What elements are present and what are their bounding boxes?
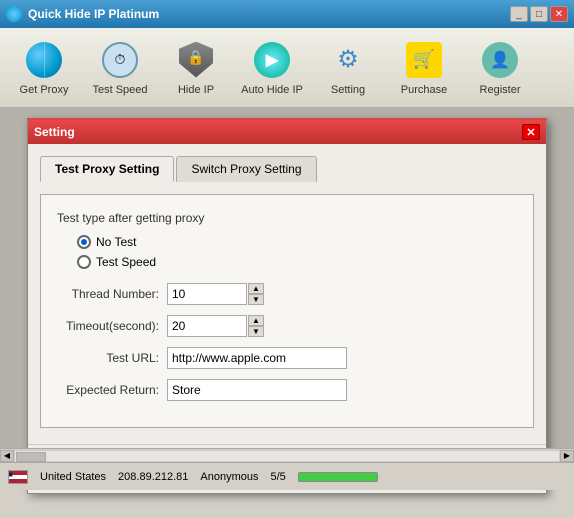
scroll-right-button[interactable]: ▶ [560, 450, 574, 462]
globe-icon [24, 40, 64, 80]
toolbar-label-purchase: Purchase [401, 84, 447, 96]
timeout-down[interactable]: ▼ [248, 326, 264, 337]
thread-number-input[interactable] [167, 283, 247, 305]
dialog-title-bar: Setting ✕ [28, 120, 546, 144]
radio-test-speed-circle[interactable] [77, 255, 91, 269]
thread-number-row: Thread Number: ▲ ▼ [57, 283, 517, 305]
toolbar-item-test-speed[interactable]: ⏱ Test Speed [84, 33, 156, 103]
expected-return-row: Expected Return: [57, 379, 517, 401]
timeout-spinner: ▲ ▼ [248, 315, 264, 337]
toolbar: Get Proxy ⏱ Test Speed 🔒 Hide IP ▶ Auto … [0, 28, 574, 108]
app-icon [6, 6, 22, 22]
status-bar: United States 208.89.212.81 Anonymous 5/… [0, 462, 574, 490]
shield-icon: 🔒 [176, 40, 216, 80]
toolbar-label-hide-ip: Hide IP [178, 84, 214, 96]
radio-no-test[interactable]: No Test [77, 235, 517, 249]
tab-switch-proxy[interactable]: Switch Proxy Setting [176, 156, 316, 182]
toolbar-item-get-proxy[interactable]: Get Proxy [8, 33, 80, 103]
status-count: 5/5 [271, 471, 286, 483]
thread-number-up[interactable]: ▲ [248, 283, 264, 294]
thread-number-label: Thread Number: [57, 287, 167, 301]
dialog-body: Test Proxy Setting Switch Proxy Setting … [28, 144, 546, 440]
expected-return-input[interactable] [167, 379, 347, 401]
radio-test-speed-label: Test Speed [96, 255, 156, 269]
status-progress-bar [298, 472, 378, 482]
scroll-track[interactable] [14, 450, 560, 462]
minimize-button[interactable]: _ [510, 6, 528, 22]
thread-number-down[interactable]: ▼ [248, 294, 264, 305]
radio-test-speed[interactable]: Test Speed [77, 255, 517, 269]
setting-dialog: Setting ✕ Test Proxy Setting Switch Prox… [27, 118, 547, 494]
horizontal-scrollbar[interactable]: ◀ ▶ [0, 448, 574, 462]
toolbar-item-auto-hide-ip[interactable]: ▶ Auto Hide IP [236, 33, 308, 103]
toolbar-item-register[interactable]: 👤 Register [464, 33, 536, 103]
timeout-row: Timeout(second): ▲ ▼ [57, 315, 517, 337]
toolbar-item-purchase[interactable]: 🛒 Purchase [388, 33, 460, 103]
test-url-input[interactable] [167, 347, 347, 369]
dialog-title: Setting [34, 125, 75, 139]
register-icon: 👤 [480, 40, 520, 80]
status-progress-fill [299, 473, 377, 481]
status-type: Anonymous [200, 471, 258, 483]
country-flag [8, 470, 28, 484]
toolbar-label-setting: Setting [331, 84, 365, 96]
purchase-icon: 🛒 [404, 40, 444, 80]
tab-content-test-proxy: Test type after getting proxy No Test Te… [40, 194, 534, 428]
test-url-label: Test URL: [57, 351, 167, 365]
thread-number-spinner: ▲ ▼ [248, 283, 264, 305]
toolbar-label-test-speed: Test Speed [92, 84, 147, 96]
status-country: United States [40, 471, 106, 483]
radio-no-test-circle[interactable] [77, 235, 91, 249]
scroll-thumb[interactable] [16, 452, 46, 462]
test-url-row: Test URL: [57, 347, 517, 369]
radio-group: No Test Test Speed [77, 235, 517, 269]
timeout-input[interactable] [167, 315, 247, 337]
dialog-tabs: Test Proxy Setting Switch Proxy Setting [40, 156, 534, 182]
status-ip: 208.89.212.81 [118, 471, 188, 483]
title-bar-left: Quick Hide IP Platinum [6, 6, 159, 22]
title-bar-buttons: _ □ ✕ [510, 6, 568, 22]
toolbar-label-register: Register [480, 84, 521, 96]
timeout-label: Timeout(second): [57, 319, 167, 333]
maximize-button[interactable]: □ [530, 6, 548, 22]
radio-no-test-label: No Test [96, 235, 136, 249]
group-label: Test type after getting proxy [57, 211, 517, 225]
app-title: Quick Hide IP Platinum [28, 7, 159, 21]
toolbar-item-hide-ip[interactable]: 🔒 Hide IP [160, 33, 232, 103]
main-area: Setting ✕ Test Proxy Setting Switch Prox… [0, 108, 574, 490]
toolbar-label-get-proxy: Get Proxy [20, 84, 69, 96]
dialog-close-button[interactable]: ✕ [522, 124, 540, 140]
auto-hide-icon: ▶ [252, 40, 292, 80]
tab-test-proxy[interactable]: Test Proxy Setting [40, 156, 174, 182]
dialog-overlay: Setting ✕ Test Proxy Setting Switch Prox… [0, 108, 574, 490]
close-button[interactable]: ✕ [550, 6, 568, 22]
toolbar-item-setting[interactable]: ⚙ Setting [312, 33, 384, 103]
speedometer-icon: ⏱ [100, 40, 140, 80]
toolbar-label-auto-hide-ip: Auto Hide IP [241, 84, 303, 96]
gear-icon: ⚙ [328, 40, 368, 80]
title-bar: Quick Hide IP Platinum _ □ ✕ [0, 0, 574, 28]
scroll-left-button[interactable]: ◀ [0, 450, 14, 462]
timeout-up[interactable]: ▲ [248, 315, 264, 326]
expected-return-label: Expected Return: [57, 383, 167, 397]
